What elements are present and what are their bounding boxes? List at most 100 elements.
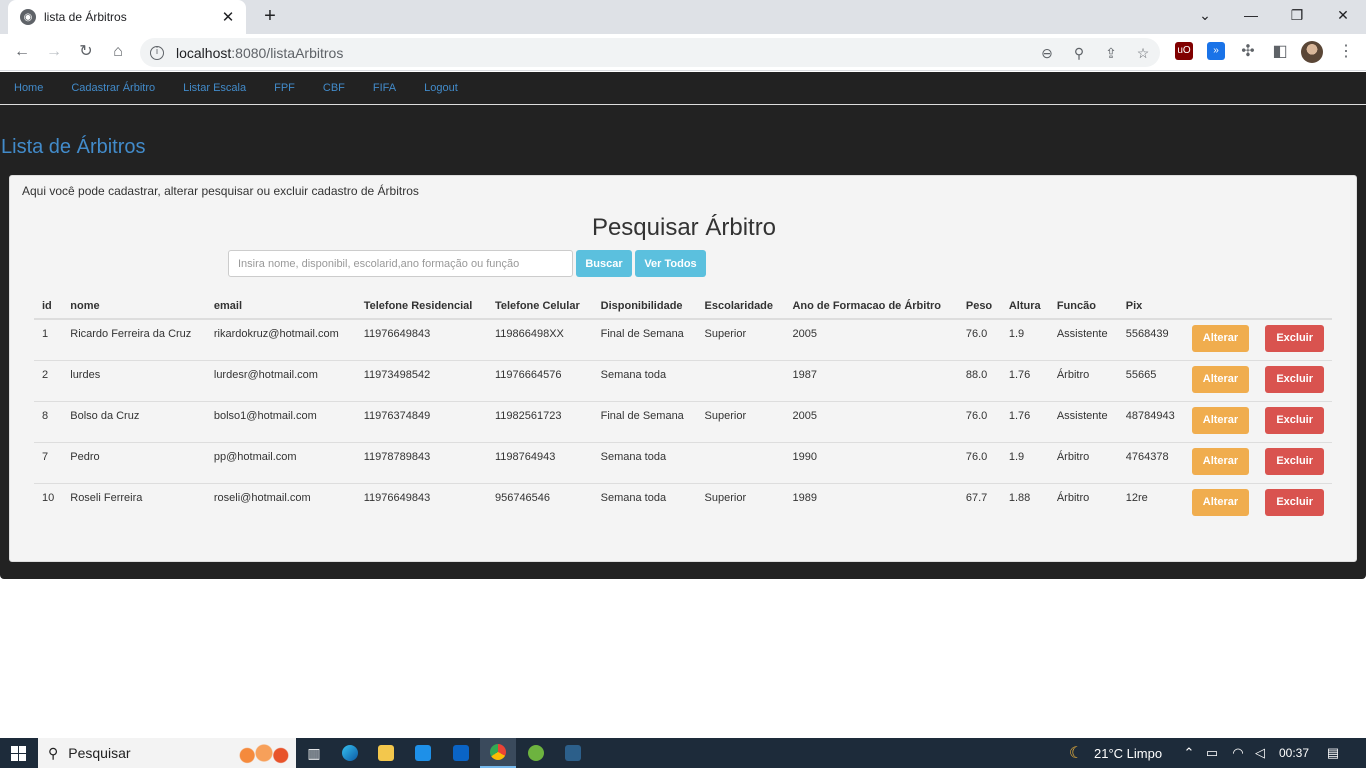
alterar-button[interactable]: Alterar <box>1191 406 1250 434</box>
address-bar[interactable]: i localhost:8080/listaArbitros ⊖ ⚲ ⇪ ☆ <box>140 38 1160 67</box>
battery-icon[interactable]: ▭ <box>1203 738 1221 768</box>
restore-icon[interactable]: ❐ <box>1274 0 1320 30</box>
alterar-button[interactable]: Alterar <box>1191 325 1250 352</box>
alterar-button[interactable]: Alterar <box>1191 488 1250 516</box>
cell-altura: 1.76 <box>1000 400 1049 442</box>
avatar[interactable] <box>1301 41 1323 63</box>
cell-altura: 1.76 <box>1000 359 1049 401</box>
chevron-up-icon[interactable]: ⌃ <box>1180 738 1198 768</box>
cell-telefone-celular: 1198764943 <box>486 441 593 483</box>
close-window-icon[interactable]: ✕ <box>1320 0 1366 30</box>
back-icon[interactable]: ← <box>10 40 34 64</box>
excluir-button[interactable]: Excluir <box>1265 365 1324 393</box>
nav-logout[interactable]: Logout <box>424 82 458 94</box>
spring-icon[interactable] <box>518 738 554 768</box>
cell-disponibilidade: Final de Semana <box>592 400 697 442</box>
col-pix: Pix <box>1117 294 1184 320</box>
excluir-button[interactable]: Excluir <box>1265 447 1324 475</box>
col-ano-formacao: Ano de Formacao de Árbitro <box>784 294 958 320</box>
cell-id: 10 <box>34 482 63 524</box>
start-button[interactable] <box>0 738 36 768</box>
cell-pix: 48784943 <box>1117 400 1184 442</box>
search-input[interactable] <box>228 250 573 277</box>
search-icon: ⚲ <box>48 744 59 761</box>
wifi-icon[interactable]: ◠ <box>1229 738 1247 768</box>
cell-escolaridade <box>696 441 785 483</box>
nav-cbf[interactable]: CBF <box>323 82 345 94</box>
search-title: Pesquisar Árbitro <box>591 214 777 241</box>
tab-search-icon[interactable]: ⌄ <box>1182 0 1228 30</box>
cell-telefone-celular: 119866498XX <box>494 328 564 340</box>
ide-icon[interactable] <box>555 738 591 768</box>
reload-icon[interactable]: ↻ <box>74 40 98 64</box>
excluir-button[interactable]: Excluir <box>1265 488 1324 516</box>
zoom-icon[interactable]: ⊖ <box>1038 44 1056 62</box>
cell-funcao: Assistente <box>1048 400 1118 442</box>
table-row: 7 Pedro pp@hotmail.com 11978789843 11987… <box>34 441 1332 483</box>
cell-pix: 5568439 <box>1125 328 1169 340</box>
panel-description: Aqui você pode cadastrar, alterar pesqui… <box>22 184 419 198</box>
file-explorer-icon[interactable] <box>368 738 404 768</box>
star-icon[interactable]: ☆ <box>1134 44 1152 62</box>
view-all-button[interactable]: Ver Todos <box>635 250 706 277</box>
cell-id: 7 <box>34 441 63 483</box>
nav-fifa[interactable]: FIFA <box>373 82 396 94</box>
menu-icon[interactable]: ⋮ <box>1334 40 1358 64</box>
extension-icon[interactable]: » <box>1207 42 1225 60</box>
cell-telefone-residencial: 11973498542 <box>355 359 487 401</box>
task-view-icon[interactable]: ▥ <box>296 738 332 768</box>
home-icon[interactable]: ⌂ <box>106 40 130 64</box>
alterar-button[interactable]: Alterar <box>1191 365 1250 393</box>
cell-peso: 67.7 <box>957 482 1001 524</box>
mail-icon[interactable] <box>443 738 479 768</box>
cell-id: 1 <box>42 328 49 340</box>
nav-fpf[interactable]: FPF <box>274 82 295 94</box>
weather-text[interactable]: 21°C Limpo <box>1094 738 1178 768</box>
share-icon[interactable]: ⇪ <box>1102 44 1120 62</box>
notifications-icon[interactable]: ▤ <box>1320 738 1346 768</box>
col-email: email <box>205 294 356 320</box>
cell-nome: Bolso da Cruz <box>62 400 206 442</box>
search-button[interactable]: Buscar <box>576 250 632 277</box>
cell-peso: 76.0 <box>957 441 1001 483</box>
cell-altura: 1.88 <box>1000 482 1049 524</box>
dark-container: Home Cadastrar Árbitro Listar Escala FPF… <box>0 72 1366 579</box>
cell-telefone-residencial: 11976649843 <box>363 328 431 340</box>
col-telefone-residencial: Telefone Residencial <box>355 294 487 320</box>
nav-cadastrar-arbitro[interactable]: Cadastrar Árbitro <box>71 82 155 94</box>
edge-icon[interactable] <box>332 738 368 768</box>
cell-ano-formacao: 1989 <box>784 482 958 524</box>
nav-listar-escala[interactable]: Listar Escala <box>183 82 246 94</box>
excluir-button[interactable]: Excluir <box>1265 406 1324 434</box>
location-icon[interactable]: ⚲ <box>1070 44 1088 62</box>
taskbar-search[interactable]: ⚲ Pesquisar <box>38 738 296 768</box>
clock[interactable]: 00:37 <box>1274 738 1314 768</box>
new-tab-icon[interactable]: + <box>258 5 282 29</box>
globe-icon: ◉ <box>20 9 36 25</box>
cell-telefone-residencial: 11978789843 <box>355 441 487 483</box>
site-info-icon[interactable]: i <box>150 45 164 60</box>
cell-nome: Pedro <box>62 441 206 483</box>
nav-home[interactable]: Home <box>14 82 43 94</box>
forward-icon[interactable]: → <box>42 40 66 64</box>
chrome-icon[interactable] <box>480 738 516 768</box>
ublock-icon[interactable]: uO <box>1175 42 1193 60</box>
page-title: Lista de Árbitros <box>1 136 146 158</box>
excluir-button[interactable]: Excluir <box>1265 325 1324 352</box>
puzzle-icon[interactable]: ✣ <box>1236 40 1260 64</box>
store-icon[interactable] <box>405 738 441 768</box>
cell-escolaridade: Superior <box>704 328 747 340</box>
minimize-icon[interactable]: — <box>1228 0 1274 30</box>
cell-altura: 1.9 <box>1008 328 1025 340</box>
alterar-button[interactable]: Alterar <box>1191 447 1250 475</box>
browser-tab[interactable]: ◉ lista de Árbitros ✕ <box>8 0 246 34</box>
volume-icon[interactable]: ◁ <box>1251 738 1269 768</box>
taskbar-search-label: Pesquisar <box>68 745 131 761</box>
col-escolaridade: Escolaridade <box>696 294 785 320</box>
cell-disponibilidade: Semana toda <box>592 482 697 524</box>
col-telefone-celular: Telefone Celular <box>486 294 593 320</box>
close-tab-icon[interactable]: ✕ <box>220 8 236 26</box>
sidepanel-icon[interactable]: ◧ <box>1268 40 1292 64</box>
cell-id: 8 <box>34 400 63 442</box>
col-funcao: Funcão <box>1048 294 1118 320</box>
